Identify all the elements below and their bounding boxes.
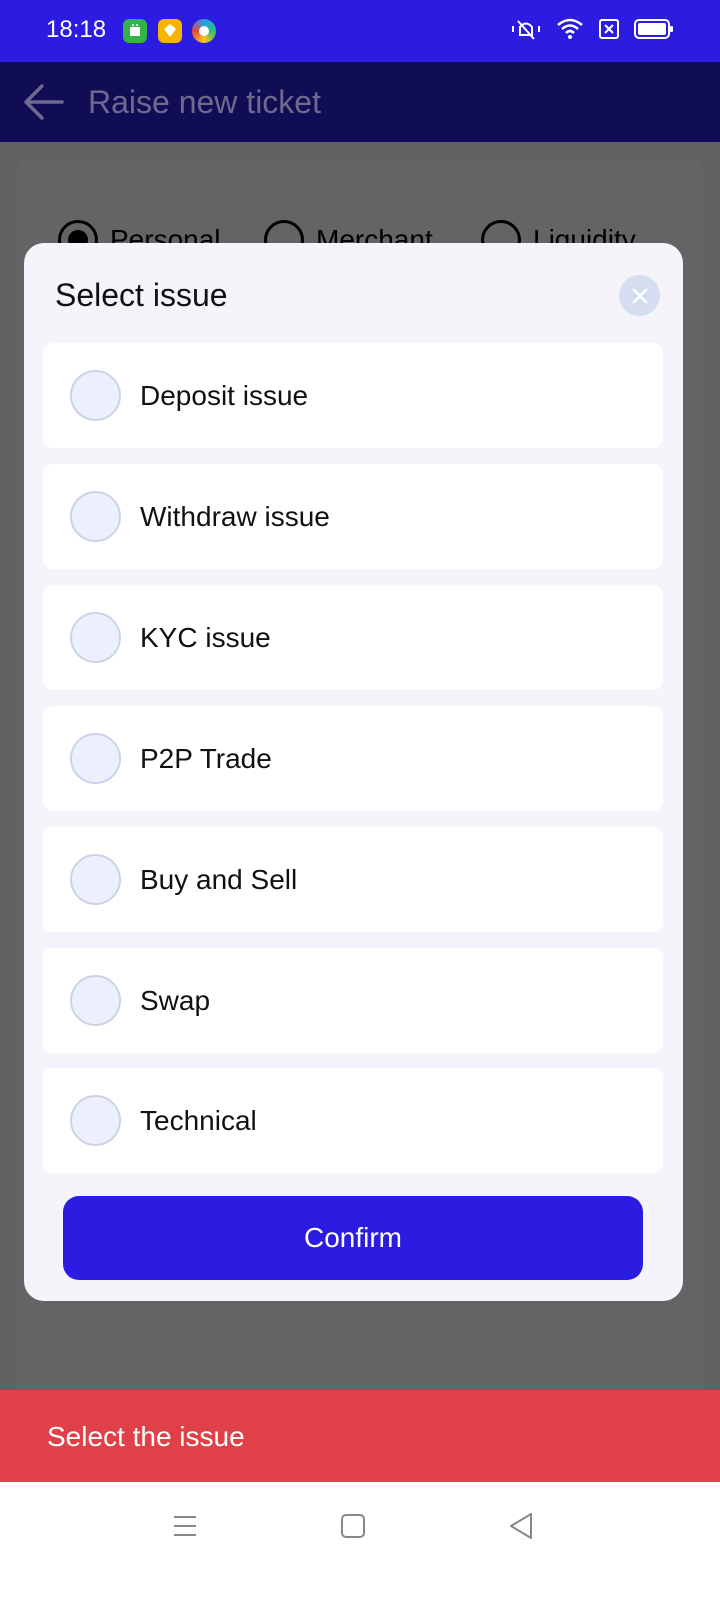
issue-option-p2p-trade[interactable]: P2P Trade [43, 706, 663, 811]
radio-unselected-icon [70, 612, 121, 663]
confirm-button[interactable]: Confirm [63, 1196, 643, 1280]
app-bar: Raise new ticket [0, 62, 720, 142]
issue-label: KYC issue [140, 622, 271, 653]
wifi-icon [556, 17, 584, 46]
menu-icon[interactable] [163, 1506, 207, 1546]
issue-option-deposit[interactable]: Deposit issue [43, 343, 663, 448]
radio-unselected-icon [70, 370, 121, 421]
radio-unselected-icon [70, 854, 121, 905]
home-icon[interactable] [331, 1506, 375, 1546]
back-arrow-icon[interactable] [22, 82, 64, 122]
radio-unselected-icon [70, 1095, 121, 1146]
back-triangle-icon[interactable] [499, 1506, 543, 1546]
modal-title: Select issue [55, 277, 228, 313]
close-icon [632, 288, 647, 303]
issue-label: Deposit issue [140, 380, 309, 411]
snackbar-message: Select the issue [47, 1421, 245, 1452]
radio-unselected-icon [70, 491, 121, 542]
issue-label: Buy and Sell [140, 864, 298, 895]
issue-label: P2P Trade [140, 743, 272, 774]
sketch-app-icon [158, 19, 182, 43]
no-sim-icon [598, 18, 620, 45]
battery-icon [634, 18, 674, 45]
issue-option-kyc[interactable]: KYC issue [43, 585, 663, 690]
close-button[interactable] [619, 275, 660, 316]
status-bar: 18:18 [0, 0, 720, 62]
issue-option-technical[interactable]: Technical [43, 1068, 663, 1173]
status-time: 18:18 [46, 16, 107, 43]
issue-label: Swap [140, 985, 211, 1016]
select-issue-modal: Select issue Deposit issue Withdraw issu… [24, 243, 683, 1301]
issue-option-buy-and-sell[interactable]: Buy and Sell [43, 827, 663, 932]
system-nav-bar [0, 1482, 720, 1600]
issue-label: Withdraw issue [140, 501, 330, 532]
page-title: Raise new ticket [88, 84, 321, 120]
android-app-icon [123, 19, 147, 43]
issue-option-withdraw[interactable]: Withdraw issue [43, 464, 663, 569]
issue-label: Technical [140, 1105, 257, 1136]
radio-unselected-icon [70, 975, 121, 1026]
issue-option-swap[interactable]: Swap [43, 948, 663, 1053]
error-snackbar: Select the issue [0, 1390, 720, 1482]
radio-unselected-icon [70, 733, 121, 784]
edge-browser-icon [192, 19, 216, 43]
vibrate-mute-icon [510, 17, 542, 46]
